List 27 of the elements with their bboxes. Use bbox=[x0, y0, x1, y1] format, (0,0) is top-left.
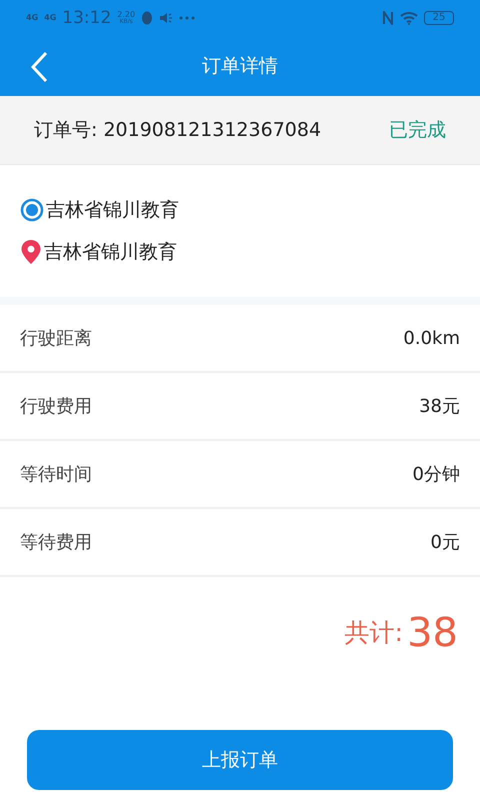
total-amount: 38 bbox=[407, 613, 458, 653]
order-number: 订单号: 201908121312367084 bbox=[34, 118, 322, 143]
wifi-icon bbox=[400, 11, 418, 25]
signal-indicator: 4G bbox=[44, 14, 56, 22]
detail-label: 等待时间 bbox=[20, 462, 92, 486]
signal-indicator: 4G bbox=[26, 14, 38, 22]
total-label: 共计: bbox=[344, 617, 404, 650]
detail-label: 行驶距离 bbox=[20, 326, 92, 350]
status-time: 13:12 bbox=[62, 10, 112, 26]
location-pin-icon bbox=[20, 239, 42, 266]
detail-value: 38元 bbox=[419, 394, 460, 418]
submit-button[interactable]: 上报订单 bbox=[27, 730, 453, 790]
page-title: 订单详情 bbox=[202, 54, 278, 79]
detail-value: 0.0km bbox=[403, 326, 460, 350]
order-status: 已完成 bbox=[389, 118, 446, 143]
speaker-icon bbox=[159, 11, 174, 25]
detail-label: 行驶费用 bbox=[20, 394, 92, 418]
address-text: 吉林省锦川教育 bbox=[44, 240, 177, 265]
detail-value: 0元 bbox=[430, 530, 460, 554]
detail-label: 等待费用 bbox=[20, 530, 92, 554]
network-speed: 2.20 bbox=[117, 11, 136, 19]
address-text: 吉林省锦川教育 bbox=[46, 198, 179, 222]
more-icon bbox=[179, 16, 196, 20]
detail-value: 0分钟 bbox=[412, 462, 460, 486]
battery-indicator: 25 bbox=[424, 11, 454, 25]
nfc-icon bbox=[382, 11, 394, 25]
origin-dot-icon bbox=[20, 198, 44, 222]
